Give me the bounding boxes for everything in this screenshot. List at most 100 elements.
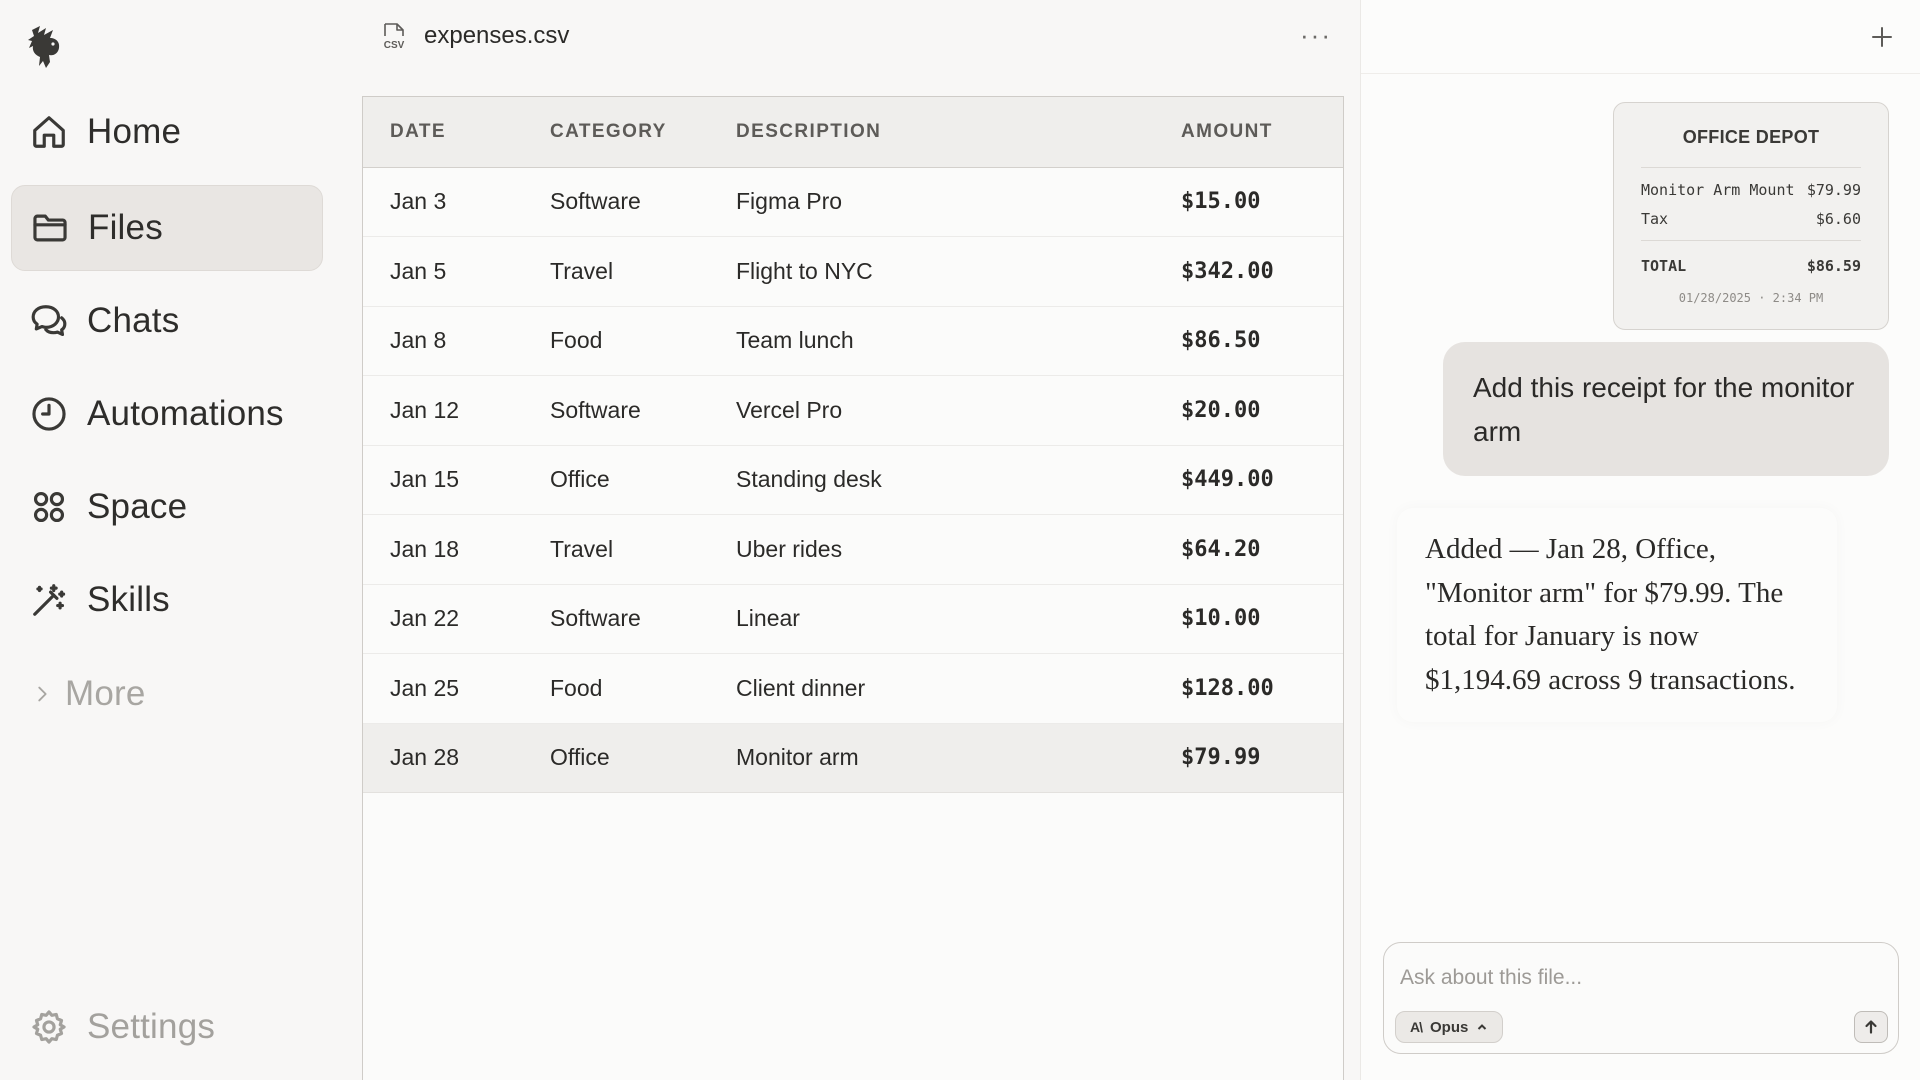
cell-amount[interactable]: $10.00 xyxy=(1154,584,1343,654)
cell-description[interactable]: Team lunch xyxy=(709,306,1154,376)
receipt-total-label: TOTAL xyxy=(1641,257,1687,275)
table-row[interactable]: Jan 22 Software Linear $10.00 xyxy=(363,584,1343,654)
cell-date[interactable]: Jan 12 xyxy=(363,376,523,446)
cell-description[interactable]: Uber rides xyxy=(709,515,1154,585)
cell-category[interactable]: Travel xyxy=(523,237,709,307)
cell-description[interactable]: Client dinner xyxy=(709,654,1154,724)
chevron-right-icon xyxy=(29,674,55,714)
cell-amount[interactable]: $64.20 xyxy=(1154,515,1343,585)
cell-category[interactable]: Food xyxy=(523,306,709,376)
app-window: Home Files Chats Automations Space Skill… xyxy=(0,0,1920,1080)
sidebar-item-label: Files xyxy=(88,208,163,247)
column-header-amount[interactable]: AMOUNT xyxy=(1154,97,1343,167)
receipt-divider xyxy=(1641,240,1861,241)
table-row[interactable]: Jan 3 Software Figma Pro $15.00 xyxy=(363,167,1343,237)
table-row[interactable]: Jan 5 Travel Flight to NYC $342.00 xyxy=(363,237,1343,307)
cell-description[interactable]: Standing desk xyxy=(709,445,1154,515)
receipt-store-name: OFFICE DEPOT xyxy=(1682,127,1820,147)
anthropic-logo-icon: A\ xyxy=(1410,1019,1423,1035)
sidebar-item-skills[interactable]: Skills xyxy=(11,557,323,643)
cell-description[interactable]: Flight to NYC xyxy=(709,237,1154,307)
expenses-table: DATE CATEGORY DESCRIPTION AMOUNT Jan 3 So… xyxy=(363,97,1343,793)
receipt-image-attachment[interactable]: OFFICE DEPOT Monitor Arm Mount $79.99 Ta… xyxy=(1613,102,1889,330)
cell-date[interactable]: Jan 15 xyxy=(363,445,523,515)
sidebar: Home Files Chats Automations Space Skill… xyxy=(0,0,348,1080)
chat-bubbles-icon xyxy=(29,301,69,341)
table-row[interactable]: Jan 8 Food Team lunch $86.50 xyxy=(363,306,1343,376)
pegasus-logo-icon[interactable] xyxy=(26,24,66,70)
cell-description[interactable]: Linear xyxy=(709,584,1154,654)
cell-amount[interactable]: $449.00 xyxy=(1154,445,1343,515)
cell-date[interactable]: Jan 25 xyxy=(363,654,523,724)
cell-amount[interactable]: $342.00 xyxy=(1154,237,1343,307)
file-more-options-button[interactable]: ··· xyxy=(1300,20,1332,51)
cell-amount[interactable]: $20.00 xyxy=(1154,376,1343,446)
cell-category[interactable]: Travel xyxy=(523,515,709,585)
chat-panel: OFFICE DEPOT Monitor Arm Mount $79.99 Ta… xyxy=(1360,0,1920,1080)
cell-amount[interactable]: $15.00 xyxy=(1154,167,1343,237)
gear-icon xyxy=(29,1007,69,1047)
receipt-divider xyxy=(1641,167,1861,168)
new-chat-plus-icon[interactable] xyxy=(1867,22,1897,52)
cell-category[interactable]: Food xyxy=(523,654,709,724)
chat-input[interactable] xyxy=(1400,963,1860,993)
cell-date[interactable]: Jan 22 xyxy=(363,584,523,654)
sidebar-item-label: Home xyxy=(87,112,182,151)
cell-date[interactable]: Jan 8 xyxy=(363,306,523,376)
receipt-item-name: Monitor Arm Mount xyxy=(1641,181,1795,199)
sidebar-item-label: Automations xyxy=(87,394,284,433)
receipt-datetime: 01/28/2025 · 2:34 PM xyxy=(1678,291,1824,305)
send-button[interactable] xyxy=(1854,1011,1888,1043)
cell-description[interactable]: Vercel Pro xyxy=(709,376,1154,446)
cell-date[interactable]: Jan 28 xyxy=(363,723,523,793)
sidebar-more-toggle[interactable]: More xyxy=(11,651,323,737)
table-header-row: DATE CATEGORY DESCRIPTION AMOUNT xyxy=(363,97,1343,167)
cell-description[interactable]: Figma Pro xyxy=(709,167,1154,237)
sidebar-item-home[interactable]: Home xyxy=(11,89,323,175)
receipt-total-value: $86.59 xyxy=(1806,257,1861,275)
receipt-item-price: $79.99 xyxy=(1806,181,1861,199)
table-row[interactable]: Jan 12 Software Vercel Pro $20.00 xyxy=(363,376,1343,446)
cell-amount[interactable]: $128.00 xyxy=(1154,654,1343,724)
receipt-tax-row: Tax $6.60 xyxy=(1641,210,1861,228)
chevron-up-icon xyxy=(1478,1024,1487,1030)
cell-amount[interactable]: $86.50 xyxy=(1154,306,1343,376)
grid-circles-icon xyxy=(29,487,69,527)
table-row[interactable]: Jan 25 Food Client dinner $128.00 xyxy=(363,654,1343,724)
csv-file-icon: CSV xyxy=(380,22,408,52)
cell-category[interactable]: Office xyxy=(523,445,709,515)
cell-description[interactable]: Monitor arm xyxy=(709,723,1154,793)
sidebar-item-label: Chats xyxy=(87,301,180,340)
cell-category[interactable]: Office xyxy=(523,723,709,793)
cell-category[interactable]: Software xyxy=(523,376,709,446)
cell-category[interactable]: Software xyxy=(523,167,709,237)
sidebar-item-automations[interactable]: Automations xyxy=(11,371,323,457)
sidebar-item-settings[interactable]: Settings xyxy=(11,984,323,1070)
file-header: CSV expenses.csv ··· xyxy=(348,0,1360,74)
expenses-table-container[interactable]: DATE CATEGORY DESCRIPTION AMOUNT Jan 3 So… xyxy=(362,96,1344,1080)
folder-icon xyxy=(30,208,70,248)
sidebar-item-label: Skills xyxy=(87,580,170,619)
file-title: expenses.csv xyxy=(424,22,570,49)
cell-date[interactable]: Jan 18 xyxy=(363,515,523,585)
receipt-tax-value: $6.60 xyxy=(1815,210,1861,228)
column-header-description[interactable]: DESCRIPTION xyxy=(709,97,1154,167)
sidebar-more-label: More xyxy=(65,674,146,713)
home-icon xyxy=(29,112,69,152)
sidebar-item-files[interactable]: Files xyxy=(11,185,323,271)
chat-header xyxy=(1361,0,1920,74)
receipt-item-row: Monitor Arm Mount $79.99 xyxy=(1641,181,1861,199)
cell-date[interactable]: Jan 5 xyxy=(363,237,523,307)
table-row[interactable]: Jan 18 Travel Uber rides $64.20 xyxy=(363,515,1343,585)
sidebar-item-chats[interactable]: Chats xyxy=(11,278,323,364)
column-header-date[interactable]: DATE xyxy=(363,97,523,167)
table-row[interactable]: Jan 28 Office Monitor arm $79.99 xyxy=(363,723,1343,793)
cell-date[interactable]: Jan 3 xyxy=(363,167,523,237)
model-selector[interactable]: A\ Opus xyxy=(1395,1011,1504,1043)
table-body: Jan 3 Software Figma Pro $15.00 Jan 5 Travel F… xyxy=(363,167,1343,793)
cell-amount[interactable]: $79.99 xyxy=(1154,723,1343,793)
cell-category[interactable]: Software xyxy=(523,584,709,654)
sidebar-item-space[interactable]: Space xyxy=(11,464,323,550)
table-row[interactable]: Jan 15 Office Standing desk $449.00 xyxy=(363,445,1343,515)
column-header-category[interactable]: CATEGORY xyxy=(523,97,709,167)
